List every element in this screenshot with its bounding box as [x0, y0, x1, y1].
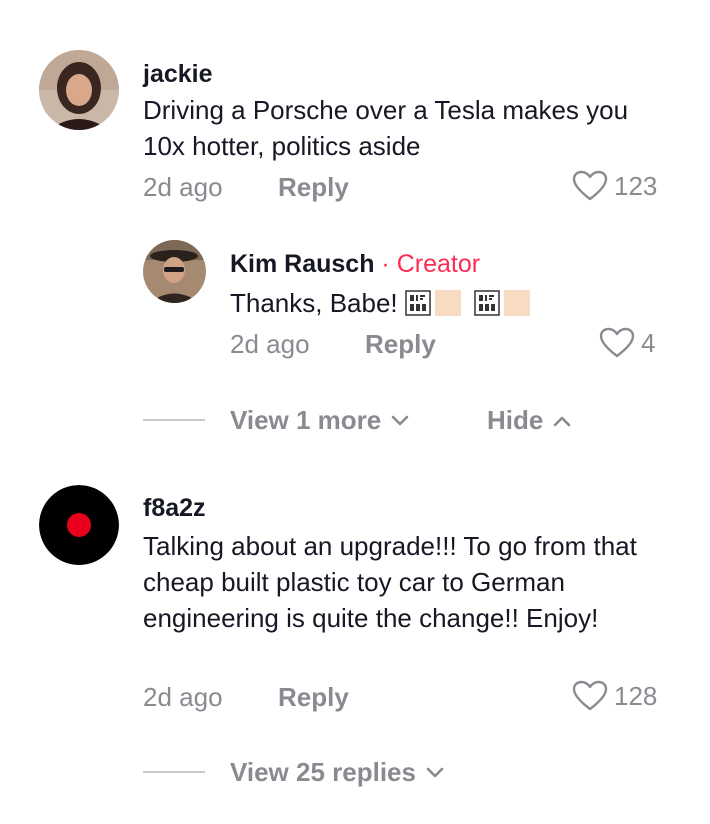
like-count: 128 — [614, 680, 658, 711]
thread-divider — [143, 771, 205, 773]
comment-text: Talking about an upgrade!!! To go from t… — [143, 531, 637, 633]
reply-button[interactable]: Reply — [278, 682, 349, 713]
creator-separator: · — [374, 250, 397, 278]
avatar-jackie[interactable] — [39, 50, 119, 130]
comment-username[interactable]: jackie — [143, 60, 213, 89]
comment-text: Driving a Porsche over a Tesla makes you… — [143, 95, 629, 161]
creator-badge: Creator — [396, 250, 481, 278]
profile-photo-icon — [143, 240, 206, 303]
like-button[interactable]: 4 — [599, 327, 655, 359]
chevron-up-icon — [554, 416, 571, 426]
red-dot-icon — [39, 485, 119, 565]
reply-timestamp: 2d ago — [230, 329, 310, 359]
comment-timestamp: 2d ago — [143, 172, 223, 202]
reply-username[interactable]: Kim Rausch — [230, 250, 374, 278]
reply-button[interactable]: Reply — [365, 329, 436, 360]
view-replies-button[interactable]: View 25 replies — [230, 757, 444, 788]
like-count: 4 — [641, 327, 656, 358]
like-button[interactable]: 128 — [572, 680, 657, 712]
avatar-f8a2z[interactable] — [39, 485, 119, 565]
reply-text: Thanks, Babe! — [230, 288, 398, 318]
hide-replies-button[interactable]: Hide — [487, 405, 571, 436]
avatar-kim-rausch[interactable] — [143, 240, 206, 303]
like-count: 123 — [614, 170, 658, 201]
view-replies-label: View 25 replies — [230, 757, 416, 787]
chevron-down-icon — [391, 415, 409, 425]
chevron-down-icon — [426, 767, 444, 777]
thread-divider — [143, 419, 205, 421]
comment-username[interactable]: f8a2z — [143, 494, 206, 523]
skin-tone-emoji-icon — [434, 290, 461, 316]
emoji-placeholder-icon — [474, 290, 500, 316]
view-more-replies-button[interactable]: View 1 more — [230, 405, 409, 436]
profile-photo-icon — [39, 50, 119, 130]
skin-tone-emoji-icon — [504, 290, 531, 316]
reply-text-line: Thanks, Babe! — [230, 285, 531, 321]
emoji-placeholder-icon — [405, 290, 431, 316]
view-more-label: View 1 more — [230, 405, 382, 435]
reply-username-line: Kim Rausch · Creator — [230, 250, 480, 279]
hide-label: Hide — [487, 405, 544, 435]
heart-icon — [599, 327, 635, 358]
heart-icon — [572, 170, 608, 201]
heart-icon — [572, 680, 608, 711]
reply-button[interactable]: Reply — [278, 172, 349, 203]
comment-timestamp: 2d ago — [143, 682, 223, 712]
like-button[interactable]: 123 — [572, 170, 657, 202]
